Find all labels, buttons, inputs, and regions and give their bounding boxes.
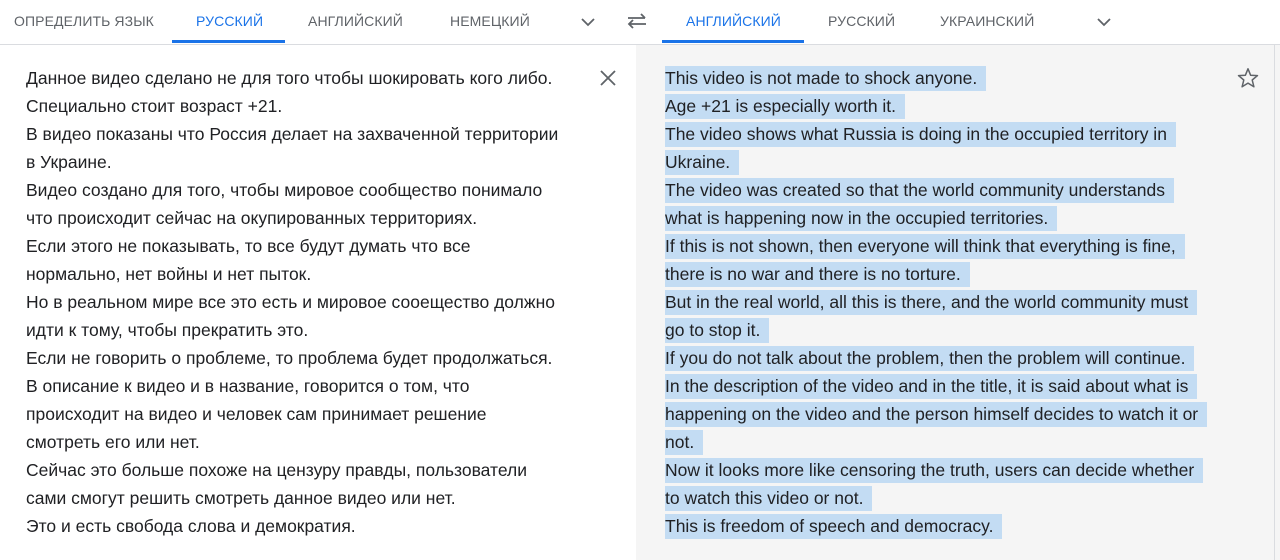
- source-line: Но в реальном мире все это есть и мирово…: [26, 292, 555, 312]
- selected-text: If this is not shown, then everyone will…: [665, 234, 1185, 259]
- selected-text: not.: [665, 430, 704, 455]
- chevron-down-icon[interactable]: [1094, 12, 1114, 32]
- translation-line: But in the real world, all this is there…: [665, 288, 1198, 316]
- selected-text: If you do not talk about the problem, th…: [665, 346, 1195, 371]
- source-tab-indicator: [172, 40, 285, 43]
- swap-languages-icon[interactable]: [624, 10, 650, 32]
- source-line: в Украине.: [26, 152, 112, 172]
- translation-line: This video is not made to shock anyone.: [665, 64, 987, 92]
- selected-text: The video was created so that the world …: [665, 178, 1174, 203]
- selected-text: to watch this video or not.: [665, 486, 873, 511]
- selected-text: go to stop it.: [665, 318, 770, 343]
- translation-line: This is freedom of speech and democracy.: [665, 512, 1003, 540]
- translation-line: The video was created so that the world …: [665, 176, 1174, 204]
- selected-text: Ukraine.: [665, 150, 740, 175]
- tab-detect-language[interactable]: ОПРЕДЕЛИТЬ ЯЗЫК: [14, 0, 154, 43]
- translation-line: happening on the video and the person hi…: [665, 400, 1208, 428]
- selected-text: what is happening now in the occupied te…: [665, 206, 1058, 231]
- translation-line: go to stop it.: [665, 316, 770, 344]
- source-line: происходит на видео и человек сам приним…: [26, 404, 487, 424]
- translation-line: not.: [665, 428, 704, 456]
- translation-line: there is no war and there is no torture.: [665, 260, 970, 288]
- source-line: Сейчас это больше похоже на цензуру прав…: [26, 460, 527, 480]
- tab-target-english[interactable]: АНГЛИЙСКИЙ: [686, 0, 781, 43]
- translation-line: to watch this video or not.: [665, 484, 873, 512]
- selected-text: The video shows what Russia is doing in …: [665, 122, 1176, 147]
- selected-text: But in the real world, all this is there…: [665, 290, 1198, 315]
- translation-line: Ukraine.: [665, 148, 740, 176]
- translation-line: If you do not talk about the problem, th…: [665, 344, 1195, 372]
- source-line: Если не говорить о проблеме, то проблема…: [26, 348, 553, 368]
- source-line: Данное видео сделано не для того чтобы ш…: [26, 68, 553, 88]
- source-line: что происходит сейчас на окупированных т…: [26, 208, 478, 228]
- tab-target-ukrainian[interactable]: УКРАИНСКИЙ: [940, 0, 1034, 43]
- source-line: Это и есть свобода слова и демократия.: [26, 516, 356, 536]
- tab-target-russian[interactable]: РУССКИЙ: [828, 0, 895, 43]
- translation-line: In the description of the video and in t…: [665, 372, 1198, 400]
- selected-text: happening on the video and the person hi…: [665, 402, 1208, 427]
- translation-line: Age +21 is especially worth it.: [665, 92, 906, 120]
- source-line: сами смогут решить смотреть данное видео…: [26, 488, 456, 508]
- source-line: идти к тому, чтобы прекратить это.: [26, 320, 309, 340]
- selected-text: Now it looks more like censoring the tru…: [665, 458, 1204, 483]
- source-line: В описание к видео и в название, говорит…: [26, 376, 470, 396]
- selected-text: This is freedom of speech and democracy.: [665, 514, 1003, 539]
- translation-line: Now it looks more like censoring the tru…: [665, 456, 1204, 484]
- source-line: В видео показаны что Россия делает на за…: [26, 124, 559, 144]
- star-icon[interactable]: [1236, 66, 1260, 90]
- tab-source-english[interactable]: АНГЛИЙСКИЙ: [308, 0, 403, 43]
- source-line: нормально, нет войны и нет пыток.: [26, 264, 312, 284]
- source-line: Специально стоит возраст +21.: [26, 96, 283, 116]
- target-tab-indicator: [662, 40, 804, 43]
- tab-source-german[interactable]: НЕМЕЦКИЙ: [450, 0, 530, 43]
- tab-source-russian[interactable]: РУССКИЙ: [196, 0, 263, 43]
- selected-text: In the description of the video and in t…: [665, 374, 1198, 399]
- language-bar: ОПРЕДЕЛИТЬ ЯЗЫК РУССКИЙ АНГЛИЙСКИЙ НЕМЕЦ…: [0, 0, 1280, 45]
- chevron-down-icon[interactable]: [578, 12, 598, 32]
- selected-text: This video is not made to shock anyone.: [665, 66, 987, 91]
- translation-line: If this is not shown, then everyone will…: [665, 232, 1185, 260]
- translation-line: what is happening now in the occupied te…: [665, 204, 1058, 232]
- selected-text: Age +21 is especially worth it.: [665, 94, 906, 119]
- selected-text: there is no war and there is no torture.: [665, 262, 970, 287]
- source-line: Если этого не показывать, то все будут д…: [26, 236, 471, 256]
- translation-line: The video shows what Russia is doing in …: [665, 120, 1176, 148]
- source-line: Видео создано для того, чтобы мировое со…: [26, 180, 543, 200]
- source-line: смотреть его или нет.: [26, 432, 200, 452]
- close-icon[interactable]: [598, 68, 618, 88]
- pane-divider: [1274, 45, 1275, 560]
